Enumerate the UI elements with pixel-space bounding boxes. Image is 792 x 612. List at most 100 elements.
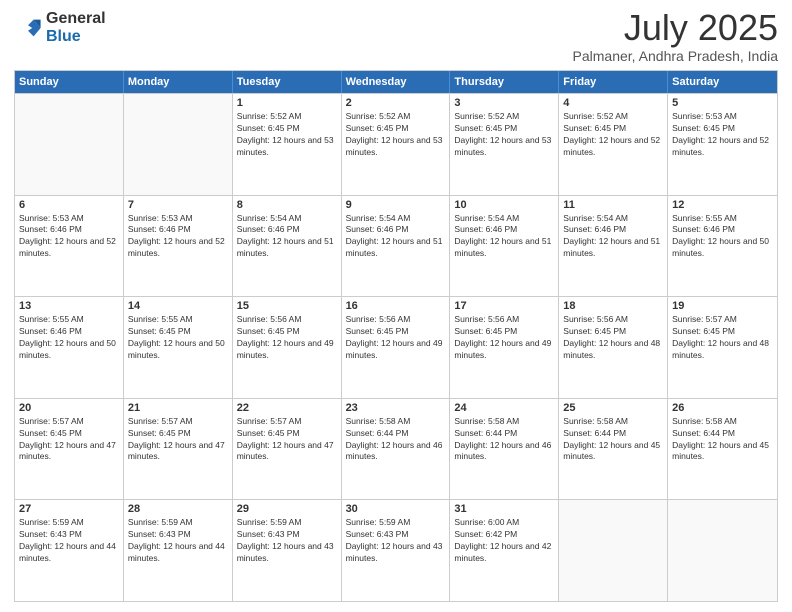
day-header-wednesday: Wednesday [342,71,451,93]
day-number: 17 [454,300,554,312]
calendar-cell: 24Sunrise: 5:58 AM Sunset: 6:44 PM Dayli… [450,399,559,500]
day-number: 4 [563,97,663,109]
calendar-cell: 14 Sunrise: 5:55 AM Sunset: 6:45 PM Dayli… [124,297,233,398]
day-number: 14 [128,300,228,312]
calendar-cell: 29Sunrise: 5:59 AM Sunset: 6:43 PM Dayli… [233,500,342,601]
day-info: Sunrise: 5:52 AM Sunset: 6:45 PM Dayligh… [563,111,663,159]
calendar-row-0: 1Sunrise: 5:52 AM Sunset: 6:45 PM Daylig… [15,93,777,195]
day-info: Sunrise: 5:56 AM Sunset: 6:45 PM Dayligh… [346,314,446,362]
day-info: Sunrise: 5:58 AM Sunset: 6:44 PM Dayligh… [346,416,446,464]
day-info: Sunrise: 5:59 AM Sunset: 6:43 PM Dayligh… [19,517,119,565]
calendar-cell: 1Sunrise: 5:52 AM Sunset: 6:45 PM Daylig… [233,94,342,195]
day-info: Sunrise: 5:52 AM Sunset: 6:45 PM Dayligh… [454,111,554,159]
day-number: 12 [672,199,773,211]
day-info: Sunrise: 5:57 AM Sunset: 6:45 PM Dayligh… [19,416,119,464]
day-number: 16 [346,300,446,312]
day-number: 13 [19,300,119,312]
day-info: Sunrise: 5:54 AM Sunset: 6:46 PM Dayligh… [237,213,337,261]
day-info: Sunrise: 5:53 AM Sunset: 6:46 PM Dayligh… [19,213,119,261]
day-header-thursday: Thursday [450,71,559,93]
calendar-cell: 4 Sunrise: 5:52 AM Sunset: 6:45 PM Daylig… [559,94,668,195]
logo-general-text: General [46,10,106,28]
calendar-row-4: 27 Sunrise: 5:59 AM Sunset: 6:43 PM Dayli… [15,499,777,601]
calendar-cell: 8 Sunrise: 5:54 AM Sunset: 6:46 PM Daylig… [233,196,342,297]
day-number: 31 [454,503,554,515]
day-info: Sunrise: 5:58 AM Sunset: 6:44 PM Dayligh… [454,416,554,464]
day-info: Sunrise: 5:53 AM Sunset: 6:45 PM Dayligh… [672,111,773,159]
calendar-cell [559,500,668,601]
day-number: 26 [672,402,773,414]
calendar-cell: 21Sunrise: 5:57 AM Sunset: 6:45 PM Dayli… [124,399,233,500]
logo-blue-text: Blue [46,28,106,46]
day-info: Sunrise: 5:52 AM Sunset: 6:45 PM Dayligh… [237,111,337,159]
day-number: 30 [346,503,446,515]
calendar-cell: 25Sunrise: 5:58 AM Sunset: 6:44 PM Dayli… [559,399,668,500]
day-number: 20 [19,402,119,414]
day-info: Sunrise: 5:59 AM Sunset: 6:43 PM Dayligh… [128,517,228,565]
day-info: Sunrise: 5:53 AM Sunset: 6:46 PM Dayligh… [128,213,228,261]
calendar-cell: 23 Sunrise: 5:58 AM Sunset: 6:44 PM Dayli… [342,399,451,500]
calendar-cell: 27 Sunrise: 5:59 AM Sunset: 6:43 PM Dayli… [15,500,124,601]
calendar-cell: 30 Sunrise: 5:59 AM Sunset: 6:43 PM Dayli… [342,500,451,601]
day-number: 27 [19,503,119,515]
calendar-cell: 12 Sunrise: 5:55 AM Sunset: 6:46 PM Dayli… [668,196,777,297]
day-info: Sunrise: 5:58 AM Sunset: 6:44 PM Dayligh… [672,416,773,464]
location: Palmaner, Andhra Pradesh, India [573,48,778,64]
day-number: 10 [454,199,554,211]
calendar-header: SundayMondayTuesdayWednesdayThursdayFrid… [15,71,777,93]
calendar-cell: 2 Sunrise: 5:52 AM Sunset: 6:45 PM Daylig… [342,94,451,195]
day-number: 15 [237,300,337,312]
calendar-cell: 9Sunrise: 5:54 AM Sunset: 6:46 PM Daylig… [342,196,451,297]
calendar-row-2: 13Sunrise: 5:55 AM Sunset: 6:46 PM Dayli… [15,296,777,398]
day-number: 23 [346,402,446,414]
calendar-cell: 11Sunrise: 5:54 AM Sunset: 6:46 PM Dayli… [559,196,668,297]
day-number: 7 [128,199,228,211]
day-info: Sunrise: 5:56 AM Sunset: 6:45 PM Dayligh… [563,314,663,362]
calendar-body: 1Sunrise: 5:52 AM Sunset: 6:45 PM Daylig… [15,93,777,601]
day-header-sunday: Sunday [15,71,124,93]
calendar-row-3: 20 Sunrise: 5:57 AM Sunset: 6:45 PM Dayli… [15,398,777,500]
day-info: Sunrise: 5:54 AM Sunset: 6:46 PM Dayligh… [454,213,554,261]
day-header-monday: Monday [124,71,233,93]
day-number: 8 [237,199,337,211]
calendar-cell: 20 Sunrise: 5:57 AM Sunset: 6:45 PM Dayli… [15,399,124,500]
calendar-cell [124,94,233,195]
day-info: Sunrise: 5:55 AM Sunset: 6:46 PM Dayligh… [672,213,773,261]
day-info: Sunrise: 5:52 AM Sunset: 6:45 PM Dayligh… [346,111,446,159]
day-info: Sunrise: 5:59 AM Sunset: 6:43 PM Dayligh… [346,517,446,565]
day-header-tuesday: Tuesday [233,71,342,93]
calendar-cell: 22Sunrise: 5:57 AM Sunset: 6:45 PM Dayli… [233,399,342,500]
day-header-friday: Friday [559,71,668,93]
calendar-cell: 26 Sunrise: 5:58 AM Sunset: 6:44 PM Dayli… [668,399,777,500]
calendar-cell: 16 Sunrise: 5:56 AM Sunset: 6:45 PM Dayli… [342,297,451,398]
day-info: Sunrise: 5:56 AM Sunset: 6:45 PM Dayligh… [454,314,554,362]
calendar-cell: 15Sunrise: 5:56 AM Sunset: 6:45 PM Dayli… [233,297,342,398]
day-info: Sunrise: 5:54 AM Sunset: 6:46 PM Dayligh… [346,213,446,261]
day-info: Sunrise: 6:00 AM Sunset: 6:42 PM Dayligh… [454,517,554,565]
calendar-cell: 31 Sunrise: 6:00 AM Sunset: 6:42 PM Dayli… [450,500,559,601]
logo-text: General Blue [46,10,106,45]
day-info: Sunrise: 5:57 AM Sunset: 6:45 PM Dayligh… [672,314,773,362]
header: General Blue July 2025 Palmaner, Andhra … [14,10,778,64]
calendar-cell: 17 Sunrise: 5:56 AM Sunset: 6:45 PM Dayli… [450,297,559,398]
calendar-cell: 6 Sunrise: 5:53 AM Sunset: 6:46 PM Daylig… [15,196,124,297]
page: General Blue July 2025 Palmaner, Andhra … [0,0,792,612]
day-number: 2 [346,97,446,109]
day-number: 28 [128,503,228,515]
month-title: July 2025 [573,10,778,46]
logo-icon [14,14,42,42]
calendar-cell: 5Sunrise: 5:53 AM Sunset: 6:45 PM Daylig… [668,94,777,195]
title-block: July 2025 Palmaner, Andhra Pradesh, Indi… [573,10,778,64]
day-header-saturday: Saturday [668,71,777,93]
logo: General Blue [14,10,106,45]
day-number: 6 [19,199,119,211]
calendar-cell: 10 Sunrise: 5:54 AM Sunset: 6:46 PM Dayli… [450,196,559,297]
calendar-row-1: 6 Sunrise: 5:53 AM Sunset: 6:46 PM Daylig… [15,195,777,297]
day-info: Sunrise: 5:59 AM Sunset: 6:43 PM Dayligh… [237,517,337,565]
calendar-cell: 18Sunrise: 5:56 AM Sunset: 6:45 PM Dayli… [559,297,668,398]
day-info: Sunrise: 5:55 AM Sunset: 6:45 PM Dayligh… [128,314,228,362]
calendar-cell: 3Sunrise: 5:52 AM Sunset: 6:45 PM Daylig… [450,94,559,195]
calendar-cell: 28 Sunrise: 5:59 AM Sunset: 6:43 PM Dayli… [124,500,233,601]
calendar-cell [668,500,777,601]
day-number: 21 [128,402,228,414]
